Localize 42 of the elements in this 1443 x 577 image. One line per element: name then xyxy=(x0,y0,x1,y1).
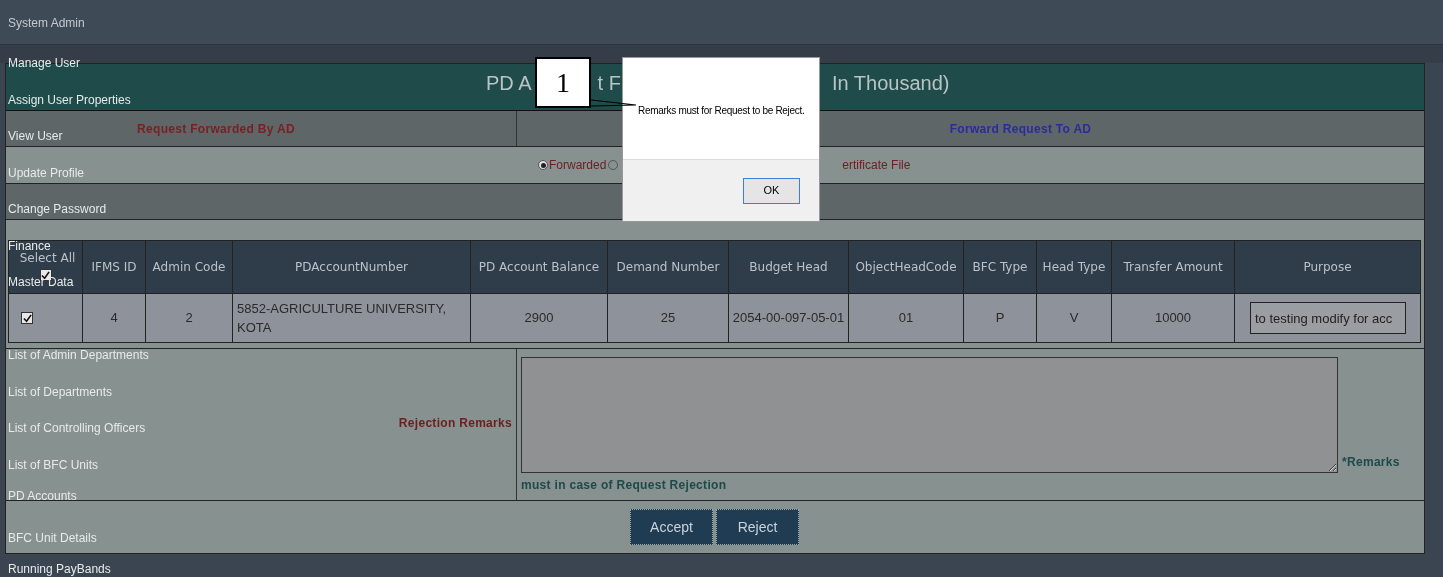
remarks-field[interactable] xyxy=(521,357,1338,473)
menu-item[interactable]: View User xyxy=(8,130,63,143)
menu-item[interactable]: Change Password xyxy=(8,203,107,216)
menu-header[interactable]: System Admin xyxy=(8,0,149,45)
title-text: PD A xyxy=(486,73,532,93)
required-note: must in case of Request Rejection xyxy=(521,477,727,494)
table-cell: 10000 xyxy=(1112,294,1235,342)
required-note: *Remarks xyxy=(1342,454,1400,471)
field-label: Rejection Remarks xyxy=(398,414,512,432)
table-cell: 25 xyxy=(608,294,729,342)
menu-item[interactable]: Running PayBands xyxy=(8,563,111,575)
title-text: t F xyxy=(597,73,621,93)
title-text: In Thousand) xyxy=(831,73,950,93)
menu-item[interactable]: List of Admin Departments xyxy=(8,349,149,362)
menu-item[interactable]: Update Profile xyxy=(8,166,85,179)
menu-item[interactable]: PD Accounts xyxy=(8,490,77,503)
leader-line xyxy=(591,99,637,107)
table-cell: 4 xyxy=(83,294,146,342)
callout-label: 1 xyxy=(535,57,591,108)
menu-item[interactable]: Manage User xyxy=(8,57,81,70)
column-header: Select All xyxy=(18,250,76,267)
purpose-field[interactable]: to testing modify for acc xyxy=(1250,302,1406,334)
table-cell: 2900 xyxy=(471,294,608,342)
menu-item[interactable]: Finance xyxy=(8,239,51,252)
menu-item[interactable]: List of Departments xyxy=(8,385,113,398)
radio-label: ertificate File xyxy=(842,157,911,174)
menu-item[interactable]: List of Controlling Officers xyxy=(8,422,146,435)
action-button[interactable]: Accept xyxy=(630,509,713,545)
menu-item[interactable]: Assign User Properties xyxy=(8,93,131,106)
table-cell: 2054-00-097-05-01 xyxy=(729,294,849,342)
table-cell: V xyxy=(1037,294,1112,342)
menu-item[interactable]: BFC Unit Details xyxy=(8,531,97,544)
menu-item[interactable]: List of BFC Units xyxy=(8,458,99,471)
table-cell: P xyxy=(964,294,1037,342)
table-cell: 01 xyxy=(849,294,964,342)
dialog-message: Remarks must for Request to be Reject. xyxy=(638,104,805,118)
action-button[interactable]: Reject xyxy=(716,509,799,545)
row-checkbox[interactable] xyxy=(21,312,33,324)
table-cell: 5852-AGRICULTURE UNIVERSITY, KOTA xyxy=(233,294,471,342)
radio-option[interactable]: Forwarded xyxy=(538,156,607,174)
ok-button[interactable]: OK xyxy=(743,177,800,204)
table-cell: 2 xyxy=(146,294,233,342)
